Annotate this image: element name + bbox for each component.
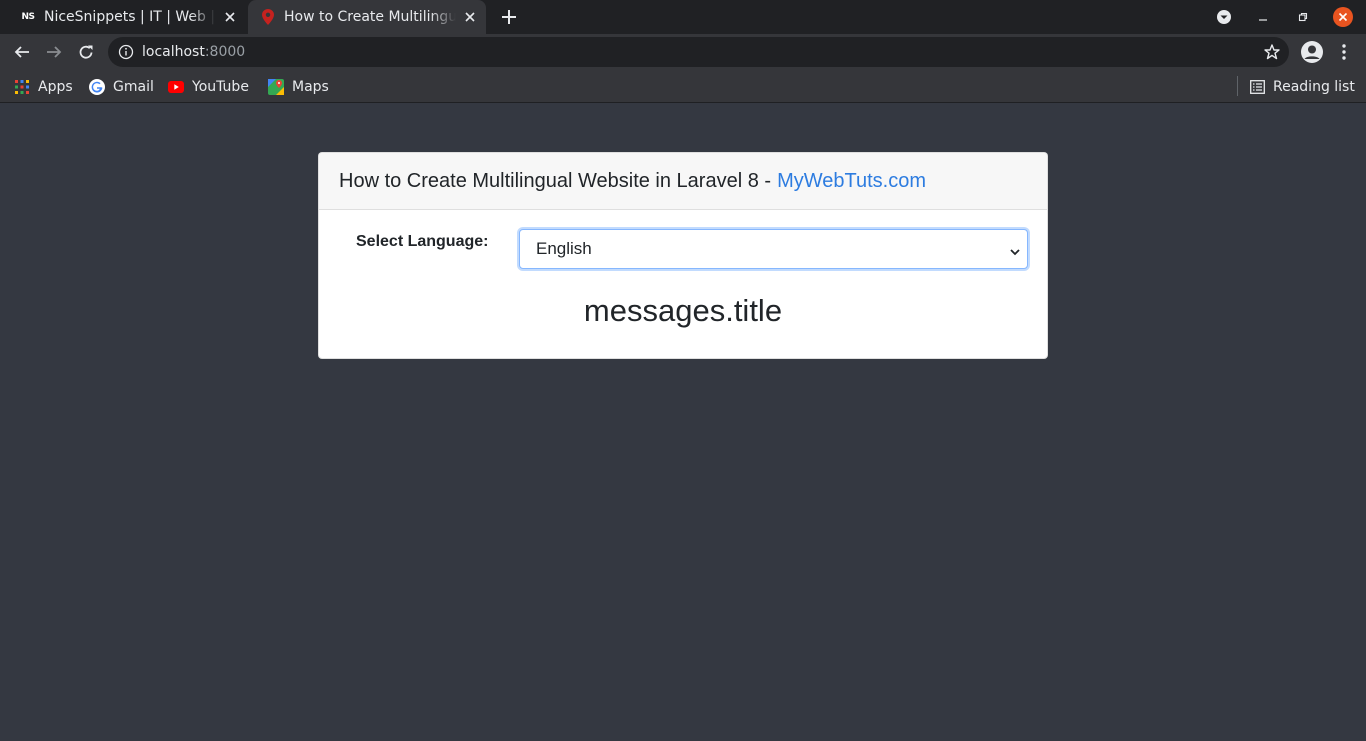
reading-list-button[interactable]: Reading list [1249, 76, 1355, 98]
apps-grid-icon [14, 79, 30, 95]
nicesnippets-favicon-icon: NS [21, 12, 35, 22]
language-card: How to Create Multilingual Website in La… [318, 152, 1048, 359]
browser-menu-icon[interactable] [1330, 38, 1358, 66]
chevron-down-icon [1009, 243, 1021, 256]
new-tab-icon[interactable] [497, 5, 521, 29]
site-link[interactable]: MyWebTuts.com [777, 170, 926, 193]
tab-title: How to Create Multilingual Website in La… [284, 9, 456, 25]
translated-message: messages.title [583, 293, 783, 328]
tab-multilingual[interactable]: How to Create Multilingual Website in La… [248, 0, 486, 34]
minimize-icon[interactable] [1252, 0, 1274, 34]
bookmark-label: YouTube [192, 79, 249, 95]
bookmarks-divider [1237, 76, 1238, 96]
tab-nicesnippets[interactable]: NS NiceSnippets | IT | Web | Coding [8, 0, 246, 34]
address-host: localhost [142, 44, 205, 60]
tab-strip: NS NiceSnippets | IT | Web | Coding How … [0, 0, 1366, 34]
card-header: How to Create Multilingual Website in La… [319, 153, 1047, 210]
bookmark-label: Apps [38, 79, 73, 95]
youtube-icon [168, 79, 184, 95]
close-window-icon[interactable] [1331, 0, 1355, 34]
language-select[interactable]: English [519, 229, 1028, 269]
address-url: localhost:8000 [142, 44, 245, 60]
reload-icon[interactable] [72, 38, 100, 66]
bookmarks-bar: Apps Gmail YouTube Maps Reading list [0, 70, 1366, 103]
tab-close-icon[interactable] [220, 7, 240, 27]
reading-list-icon [1249, 79, 1265, 95]
bookmark-apps[interactable]: Apps [14, 76, 73, 98]
forward-icon[interactable] [40, 38, 68, 66]
address-port: :8000 [204, 44, 246, 60]
browser-toolbar: localhost:8000 [0, 34, 1366, 70]
maps-icon [268, 79, 284, 95]
bookmark-label: Gmail [113, 79, 154, 95]
reading-list-label: Reading list [1273, 79, 1355, 95]
address-bar[interactable]: localhost:8000 [108, 37, 1289, 67]
language-selected-value: English [536, 239, 592, 258]
profile-avatar-icon[interactable] [1298, 38, 1326, 66]
language-label: Select Language: [356, 233, 489, 250]
bookmark-label: Maps [292, 79, 329, 95]
tab-close-icon[interactable] [460, 7, 480, 27]
bookmark-maps[interactable]: Maps [268, 76, 329, 98]
tab-search-icon[interactable] [1212, 0, 1236, 34]
site-info-icon[interactable] [118, 44, 134, 60]
map-pin-icon [260, 9, 276, 25]
page-title: How to Create Multilingual Website in La… [339, 169, 772, 192]
bookmark-youtube[interactable]: YouTube [168, 76, 249, 98]
bookmark-gmail[interactable]: Gmail [89, 76, 154, 98]
google-icon [89, 79, 105, 95]
tab-title: NiceSnippets | IT | Web | Coding [44, 9, 216, 25]
back-icon[interactable] [8, 38, 36, 66]
restore-icon[interactable] [1292, 0, 1314, 34]
bookmark-star-icon[interactable] [1263, 43, 1281, 61]
